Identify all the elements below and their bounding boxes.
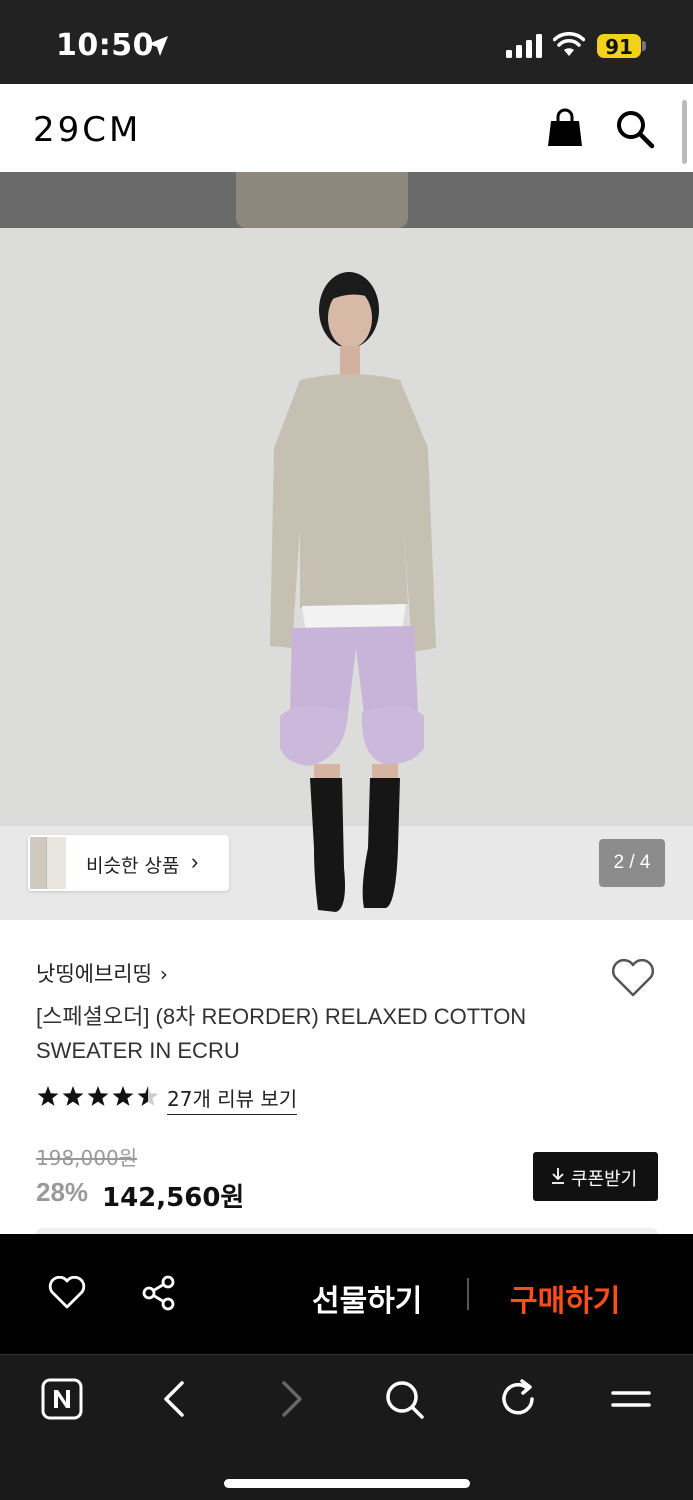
star-icon <box>87 1086 109 1106</box>
shopping-bag-icon[interactable] <box>546 108 584 148</box>
site-logo[interactable]: 29CM <box>33 110 141 150</box>
status-time: 10:50 <box>56 28 154 63</box>
search-icon[interactable] <box>614 108 656 150</box>
site-header: 29CM <box>0 84 693 172</box>
similar-products-button[interactable]: 비슷한 상품 › <box>28 835 229 891</box>
forward-icon[interactable] <box>268 1377 312 1421</box>
battery-cap <box>642 41 646 51</box>
signal-icon <box>506 34 542 58</box>
star-icon <box>112 1086 134 1106</box>
chevron-right-icon: › <box>159 962 168 986</box>
action-divider <box>467 1278 469 1310</box>
battery-indicator: 91 <box>597 34 641 59</box>
model-figure <box>270 272 436 912</box>
product-image[interactable]: 비슷한 상품 › 2 / 4 <box>0 228 693 920</box>
image-page-counter: 2 / 4 <box>599 839 665 887</box>
wifi-icon <box>553 32 585 56</box>
heart-icon[interactable] <box>610 958 656 998</box>
back-icon[interactable] <box>154 1377 198 1421</box>
scroll-indicator <box>682 100 687 164</box>
discount-rate: 28% <box>36 1177 89 1207</box>
star-icon <box>62 1086 84 1106</box>
review-link[interactable]: 27개 리뷰 보기 <box>167 1083 298 1115</box>
coupon-download-button[interactable]: 쿠폰받기 <box>533 1152 658 1201</box>
purchase-action-bar: 선물하기 구매하기 <box>0 1234 693 1354</box>
previous-image-sweater <box>236 172 408 228</box>
reload-icon[interactable] <box>496 1377 540 1421</box>
star-icon <box>37 1086 59 1106</box>
coupon-label: 쿠폰받기 <box>571 1169 638 1190</box>
status-bar: 10:50 91 <box>0 0 693 84</box>
browser-toolbar <box>0 1354 693 1500</box>
find-icon[interactable] <box>382 1377 426 1421</box>
similar-products-label: 비슷한 상품 <box>86 855 180 877</box>
gift-button[interactable]: 선물하기 <box>312 1276 422 1320</box>
brand-link[interactable]: 낫띵에브리띵 › <box>36 958 168 988</box>
buy-button[interactable]: 구매하기 <box>510 1276 620 1320</box>
home-indicator <box>224 1479 470 1488</box>
location-arrow-icon <box>148 36 168 56</box>
previous-image-strip <box>0 172 693 228</box>
rating-stars <box>37 1086 159 1106</box>
menu-icon[interactable] <box>609 1377 653 1421</box>
product-title: [스페셜오더] (8차 REORDER) RELAXED COTTON SWEA… <box>36 1004 527 1063</box>
original-price: 198,000원 <box>36 1146 138 1170</box>
heart-icon[interactable] <box>48 1276 86 1310</box>
naver-icon[interactable] <box>40 1377 84 1421</box>
brand-name: 낫띵에브리띵 <box>36 962 152 986</box>
download-icon <box>552 1168 564 1184</box>
battery-level: 91 <box>605 35 633 59</box>
chevron-right-icon: › <box>191 849 199 874</box>
sale-price: 142,560원 <box>102 1183 245 1213</box>
similar-product-thumbnail-alt <box>46 837 66 889</box>
star-icon <box>137 1086 159 1106</box>
share-icon[interactable] <box>140 1274 178 1312</box>
